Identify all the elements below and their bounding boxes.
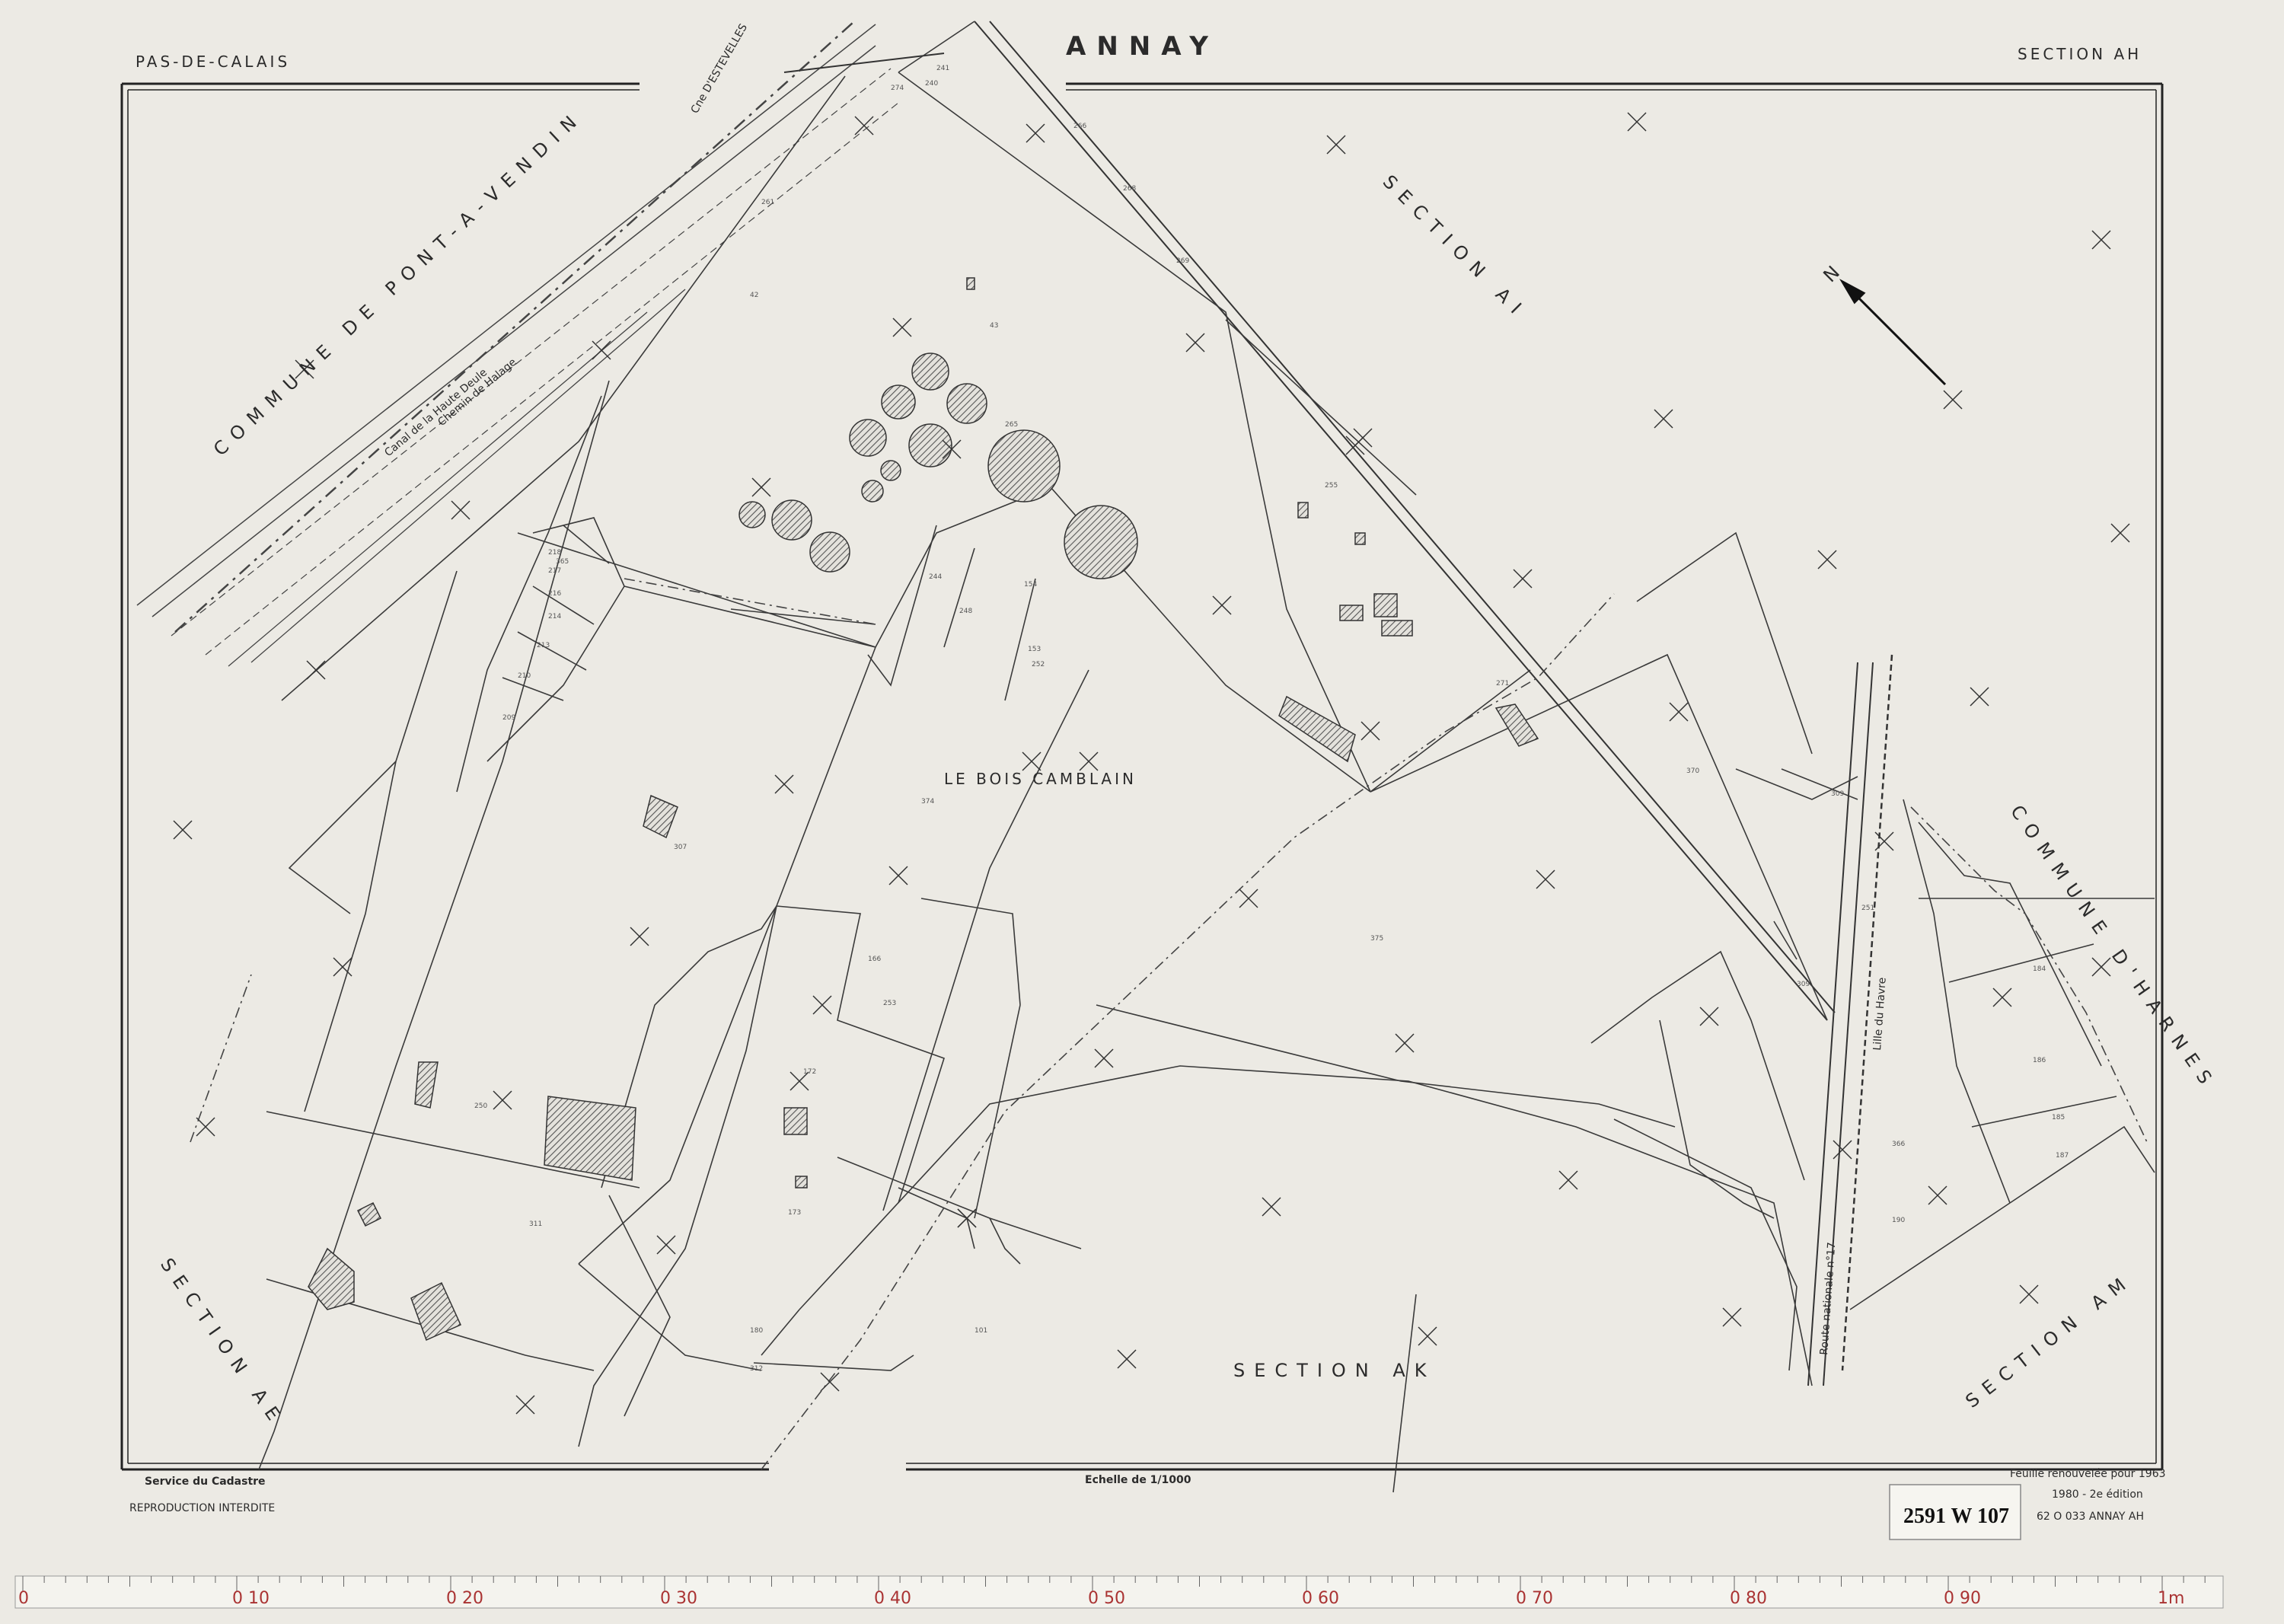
parcel-number: 311 — [529, 1220, 542, 1228]
parcel-number: 309 — [1831, 790, 1844, 798]
parcel-number: 251 — [1861, 905, 1874, 912]
ruler-major-label: 0 60 — [1302, 1589, 1339, 1608]
parcel-number: 101 — [975, 1327, 987, 1335]
parcel-number: 250 — [474, 1102, 487, 1110]
parcel-number: 240 — [925, 80, 938, 88]
parcel-number: 187 — [2056, 1152, 2069, 1160]
scale-label: Echelle de 1/1000 — [1085, 1474, 1191, 1486]
le-bois-camblain-label: LE BOIS CAMBLAIN — [944, 770, 1137, 788]
department-label: PAS-DE-CALAIS — [136, 53, 290, 71]
parcel-number: 173 — [788, 1209, 801, 1217]
ruler-major-label: 0 20 — [446, 1589, 483, 1608]
ruler-major-label: 0 40 — [874, 1589, 911, 1608]
parcel-number: 312 — [750, 1365, 763, 1373]
parcel-number: 374 — [921, 798, 934, 806]
parcel-number: 184 — [2033, 965, 2046, 973]
section-title: SECTION AH — [2018, 45, 2142, 63]
parcel-number: 153 — [1028, 646, 1041, 653]
ruler-major-label: 0 90 — [1944, 1589, 1981, 1608]
service-cadastre: Service du Cadastre — [145, 1476, 266, 1488]
edition-label: 1980 - 2e édition — [2052, 1488, 2143, 1501]
renewed-label: Feuille renouvelée pour 1963 — [2010, 1468, 2166, 1480]
parcel-number: 154 — [1024, 581, 1037, 589]
parcel-number: 213 — [537, 642, 550, 649]
ruler-major-label: 0 80 — [1730, 1589, 1767, 1608]
parcel-number: 186 — [2033, 1057, 2046, 1064]
parcel-number: 268 — [1123, 185, 1136, 193]
parcel-number: 365 — [556, 558, 569, 566]
parcel-number: 172 — [803, 1068, 816, 1076]
parcel-number: 253 — [883, 1000, 896, 1007]
parcel-number: 214 — [548, 613, 561, 621]
parcel-number: 271 — [1496, 680, 1509, 688]
parcel-number: 209 — [502, 714, 515, 722]
parcel-number: 180 — [750, 1327, 763, 1335]
parcel-number: 166 — [868, 956, 881, 963]
parcel-number: 370 — [1686, 767, 1699, 775]
parcel-number: 252 — [1032, 661, 1045, 668]
ruler-major-label: 0 50 — [1088, 1589, 1125, 1608]
ruler-major-label: 0 10 — [232, 1589, 270, 1608]
ruler-major-label: 0 30 — [660, 1589, 697, 1608]
paper-background — [0, 0, 2284, 1620]
map-canvas: N PAS-DE-CALAIS ANNAY SECTION AH COMMUNE… — [0, 0, 2284, 1620]
parcel-number: 190 — [1892, 1217, 1905, 1224]
parcel-number: 255 — [1325, 482, 1338, 490]
parcel-number: 216 — [548, 590, 561, 598]
measuring-ruler: 0 0 10 0 20 0 30 0 40 0 50 0 60 0 70 0 80 0 90 1m — [14, 1575, 2224, 1609]
section-ak-label: SECTION AK — [1233, 1360, 1436, 1381]
parcel-number: 274 — [891, 85, 904, 92]
parcel-number: 241 — [936, 65, 949, 72]
parcel-number: 309 — [1797, 981, 1810, 988]
ruler-major-label: 0 70 — [1516, 1589, 1553, 1608]
cadastral-map: N PAS-DE-CALAIS ANNAY SECTION AH COMMUNE… — [0, 0, 2284, 1620]
parcel-number: 269 — [1176, 257, 1189, 265]
parcel-number: 185 — [2052, 1114, 2065, 1121]
parcel-number: 43 — [990, 322, 998, 330]
reference-label: 62 O 033 ANNAY AH — [2037, 1511, 2144, 1523]
parcel-number: 307 — [674, 844, 687, 851]
ruler-major-label: 0 — [18, 1589, 29, 1608]
parcel-number: 217 — [548, 567, 561, 575]
parcel-number: 218 — [548, 549, 561, 557]
parcel-number: 265 — [1005, 421, 1018, 429]
ruler-major-label: 1m — [2158, 1589, 2184, 1608]
parcel-number: 266 — [1073, 123, 1086, 130]
parcel-number: 375 — [1370, 935, 1383, 943]
commune-title: ANNAY — [1066, 31, 1219, 62]
parcel-number: 261 — [761, 199, 774, 206]
parcel-number: 210 — [518, 672, 531, 680]
archive-stamp-text: 2591 W 107 — [1903, 1504, 2009, 1528]
archive-stamp: 2591 W 107 — [1889, 1484, 2021, 1540]
parcel-number: 244 — [929, 573, 942, 581]
parcel-number: 366 — [1892, 1141, 1905, 1148]
parcel-number: 42 — [750, 292, 758, 299]
reproduction-notice: REPRODUCTION INTERDITE — [129, 1502, 275, 1514]
parcel-number: 248 — [959, 608, 972, 615]
